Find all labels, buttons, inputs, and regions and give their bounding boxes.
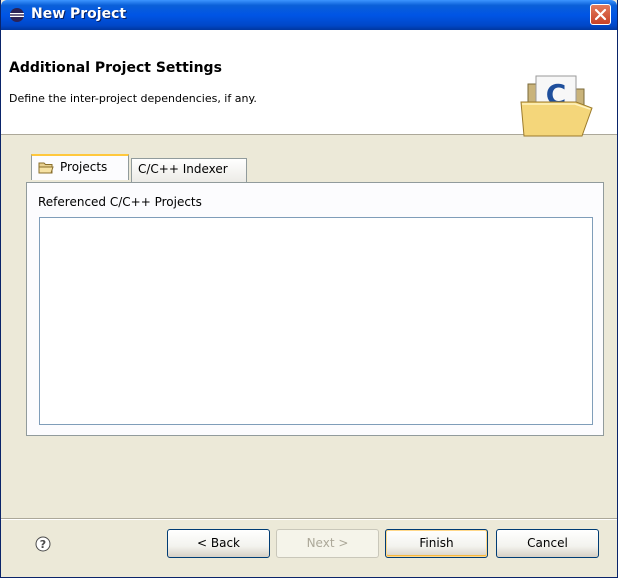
tab-projects-label: Projects bbox=[60, 160, 108, 174]
help-icon[interactable]: ? bbox=[35, 536, 51, 552]
svg-text:?: ? bbox=[40, 538, 46, 551]
tab-projects[interactable]: Projects bbox=[31, 154, 129, 180]
referenced-projects-list[interactable] bbox=[39, 217, 593, 425]
new-project-dialog: New Project Additional Project Settings … bbox=[0, 0, 618, 578]
eclipse-icon bbox=[10, 8, 24, 22]
window-title: New Project bbox=[31, 6, 127, 22]
projects-tab-panel: Referenced C/C++ Projects bbox=[26, 182, 604, 436]
next-button[interactable]: Next > bbox=[276, 529, 379, 558]
page-description: Define the inter-project dependencies, i… bbox=[9, 92, 257, 105]
c-project-folder-icon: C bbox=[520, 75, 593, 137]
page-title: Additional Project Settings bbox=[9, 60, 222, 76]
footer-separator bbox=[1, 518, 617, 520]
cancel-button[interactable]: Cancel bbox=[496, 529, 599, 558]
header-banner: Additional Project Settings Define the i… bbox=[1, 30, 617, 137]
tab-cpp-indexer[interactable]: C/C++ Indexer bbox=[131, 158, 247, 182]
tab-cpp-indexer-label: C/C++ Indexer bbox=[138, 162, 228, 176]
title-bar[interactable]: New Project bbox=[1, 0, 617, 30]
close-button[interactable] bbox=[590, 4, 611, 25]
finish-button[interactable]: Finish bbox=[385, 529, 488, 558]
back-button[interactable]: < Back bbox=[167, 529, 270, 558]
referenced-projects-label: Referenced C/C++ Projects bbox=[38, 195, 202, 209]
close-icon bbox=[594, 8, 607, 21]
folder-icon bbox=[38, 162, 54, 174]
